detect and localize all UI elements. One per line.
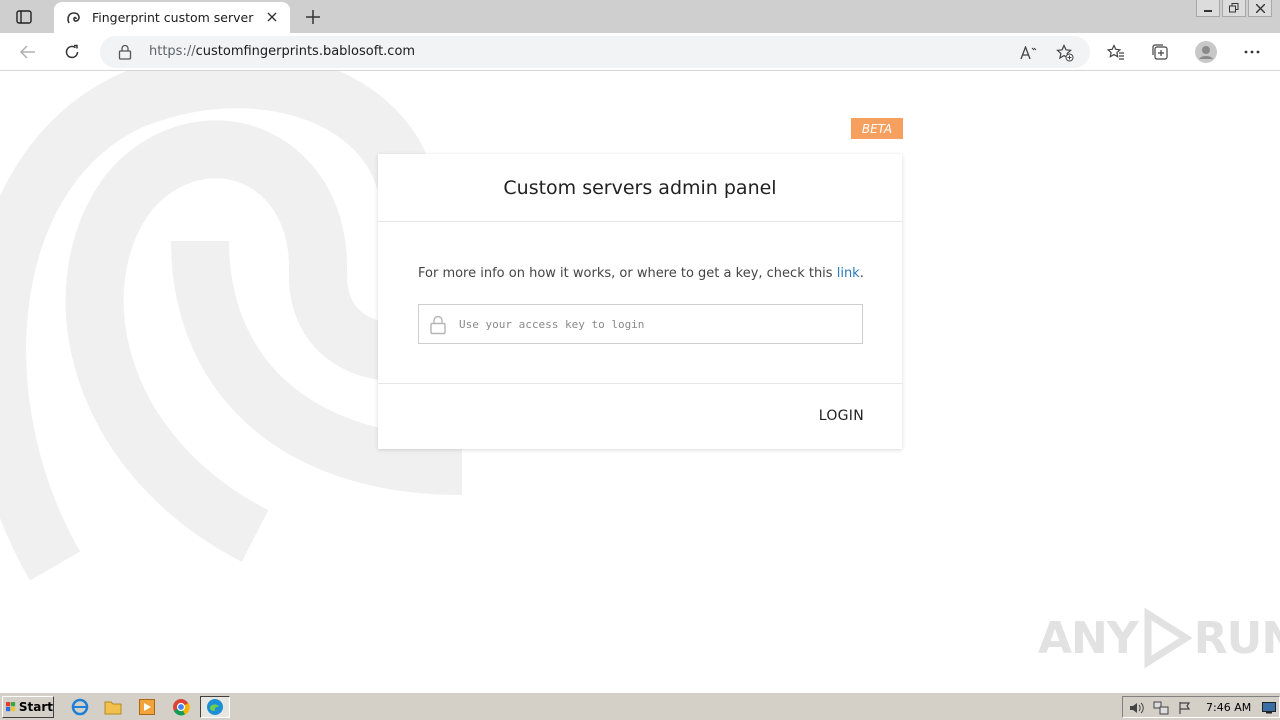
fingerprint-favicon-icon (66, 10, 82, 26)
collections-icon[interactable] (1148, 40, 1172, 64)
taskbar-clock: 7:46 AM (1206, 701, 1252, 714)
internet-explorer-icon[interactable] (69, 697, 91, 717)
system-tray: 7:46 AM (1122, 696, 1280, 718)
info-text: For more info on how it works, or where … (418, 266, 864, 281)
edge-icon[interactable] (200, 696, 230, 718)
login-button[interactable]: LOGIN (819, 408, 864, 424)
page-title: Custom servers admin panel (503, 176, 777, 199)
read-aloud-icon[interactable] (1018, 42, 1040, 64)
url-scheme: https:// (149, 44, 196, 59)
watermark-right: RUN (1193, 612, 1280, 664)
network-icon[interactable] (1153, 700, 1169, 716)
favorites-icon[interactable] (1104, 40, 1128, 64)
refresh-icon[interactable] (59, 39, 85, 65)
card-header: Custom servers admin panel (378, 154, 902, 222)
info-text-suffix: . (859, 266, 864, 281)
taskbar: Start 7:46 AM (0, 692, 1280, 720)
show-desktop-icon[interactable] (1261, 700, 1277, 716)
lock-icon[interactable] (118, 44, 134, 60)
add-favorite-icon[interactable] (1054, 42, 1076, 64)
more-options-icon[interactable] (1240, 40, 1264, 64)
new-tab-icon[interactable] (302, 6, 324, 28)
info-text-main: For more info on how it works, or where … (418, 266, 837, 281)
start-button[interactable]: Start (2, 696, 54, 718)
back-arrow-icon[interactable] (15, 39, 41, 65)
minimize-icon[interactable] (1196, 0, 1220, 17)
tab-actions-icon[interactable] (8, 6, 40, 28)
volume-icon[interactable] (1129, 700, 1145, 716)
info-link[interactable]: link (837, 266, 860, 281)
profile-avatar-icon[interactable] (1194, 40, 1218, 64)
chrome-icon[interactable] (170, 697, 192, 717)
close-tab-icon[interactable] (264, 9, 280, 25)
media-player-icon[interactable] (136, 697, 158, 717)
start-label: Start (18, 700, 53, 714)
card-footer: LOGIN (378, 384, 902, 448)
file-explorer-icon[interactable] (102, 697, 124, 717)
card-body: For more info on how it works, or where … (378, 222, 902, 384)
close-window-icon[interactable] (1248, 0, 1272, 17)
tab-title: Fingerprint custom server (92, 10, 254, 25)
active-tab[interactable]: Fingerprint custom server (54, 2, 290, 33)
login-card: Custom servers admin panel For more info… (378, 154, 902, 449)
watermark-left: ANY (1038, 612, 1139, 664)
page-content: BETA Custom servers admin panel For more… (0, 71, 1280, 692)
action-center-flag-icon[interactable] (1177, 700, 1193, 716)
browser-tabstrip: Fingerprint custom server (0, 0, 1280, 33)
access-key-field[interactable] (418, 304, 863, 344)
play-logo-icon (1144, 608, 1193, 668)
lock-icon (429, 315, 447, 335)
address-bar[interactable]: https://customfingerprints.bablosoft.com (100, 36, 1090, 68)
beta-badge: BETA (851, 118, 903, 139)
restore-icon[interactable] (1222, 0, 1246, 17)
url-host: customfingerprints.bablosoft.com (195, 44, 416, 59)
access-key-input[interactable] (459, 305, 859, 343)
window-controls (1194, 0, 1272, 18)
windows-flag-icon (6, 702, 16, 712)
anyrun-watermark: ANY RUN (1038, 608, 1280, 668)
url-text[interactable]: https://customfingerprints.bablosoft.com (149, 44, 415, 59)
browser-toolbar: https://customfingerprints.bablosoft.com (0, 33, 1280, 71)
